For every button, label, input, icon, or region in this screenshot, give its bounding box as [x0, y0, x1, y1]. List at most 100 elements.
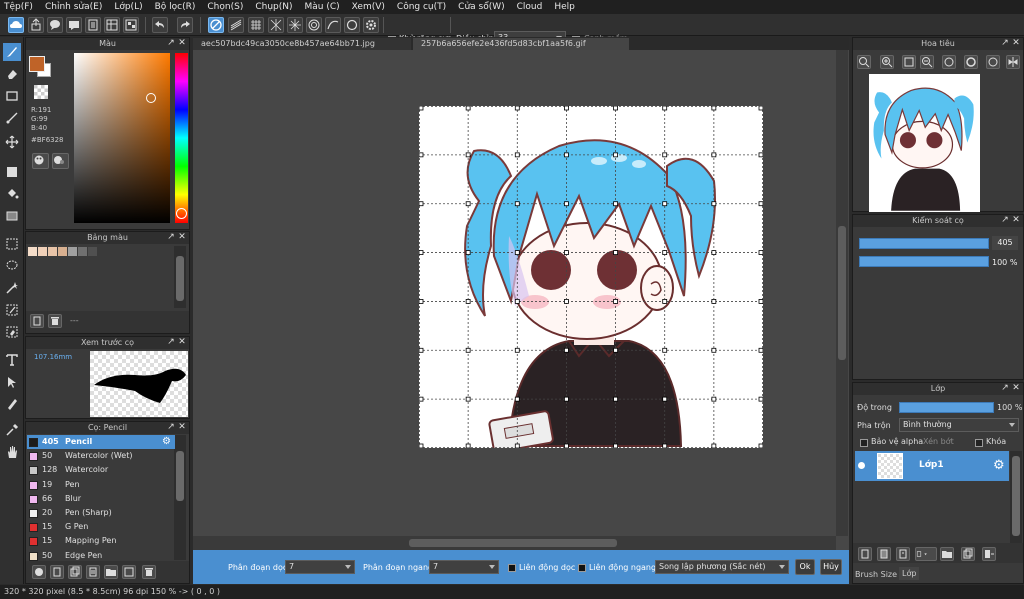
- grid-handle[interactable]: [662, 347, 668, 353]
- brush-item[interactable]: 66 Blur: [27, 492, 175, 506]
- brush-item[interactable]: 20 Pen (Sharp): [27, 506, 175, 520]
- hue-cursor[interactable]: [176, 208, 187, 219]
- gradient-tool-icon[interactable]: [3, 207, 21, 225]
- new-layer-icon[interactable]: [858, 547, 872, 561]
- float-icon[interactable]: ↗: [167, 338, 175, 347]
- palette-swatch[interactable]: [48, 247, 57, 256]
- grid-handle[interactable]: [711, 152, 717, 158]
- line-tool-icon[interactable]: [3, 109, 21, 127]
- document-icon[interactable]: [85, 17, 101, 33]
- export-icon[interactable]: [28, 17, 44, 33]
- rectangle-tool-icon[interactable]: [3, 87, 21, 105]
- brush-item[interactable]: 50 Edge Pen: [27, 549, 175, 563]
- menu-color[interactable]: Màu (C): [305, 2, 340, 12]
- hue-slider[interactable]: [175, 53, 188, 223]
- menu-layer[interactable]: Lớp(L): [114, 2, 142, 12]
- bucket-tool-icon[interactable]: [3, 185, 21, 203]
- parallel-snap-icon[interactable]: [228, 17, 244, 33]
- grid-handle[interactable]: [465, 443, 471, 448]
- layout-icon[interactable]: [123, 17, 139, 33]
- brush-add-icon[interactable]: [32, 565, 46, 579]
- grid-handle[interactable]: [514, 106, 520, 111]
- grid-handle[interactable]: [662, 443, 668, 448]
- palette-swatch[interactable]: [78, 247, 87, 256]
- brush-item[interactable]: 15 G Pen: [27, 520, 175, 534]
- tab-layers[interactable]: Lớp: [899, 567, 920, 580]
- grid-handle[interactable]: [419, 443, 424, 448]
- grid-handle[interactable]: [564, 152, 569, 158]
- zoom-minus-icon[interactable]: [920, 55, 934, 69]
- select-pen-icon[interactable]: [3, 301, 21, 319]
- grid-handle[interactable]: [465, 201, 471, 207]
- palette-swatch[interactable]: [28, 247, 37, 256]
- float-icon[interactable]: ↗: [1001, 216, 1009, 225]
- grid-handle[interactable]: [419, 152, 424, 158]
- saturation-value-picker[interactable]: [74, 53, 170, 223]
- grid-handle[interactable]: [419, 347, 424, 353]
- palette-scrollbar[interactable]: [174, 246, 186, 308]
- grid-handle[interactable]: [465, 396, 471, 402]
- zoom-in-icon[interactable]: [857, 55, 871, 69]
- grid-handle[interactable]: [662, 152, 668, 158]
- brush-delete-icon[interactable]: [142, 565, 156, 579]
- grid-handle[interactable]: [613, 299, 618, 304]
- grid-handle[interactable]: [711, 250, 717, 255]
- grid-handle[interactable]: [613, 106, 618, 111]
- duplicate-layer-icon[interactable]: [961, 547, 975, 561]
- brush-opacity-slider[interactable]: [859, 256, 989, 267]
- fit-icon[interactable]: [902, 55, 916, 69]
- grid-handle[interactable]: [758, 443, 763, 448]
- close-icon[interactable]: ✕: [178, 423, 186, 432]
- menu-cloud[interactable]: Cloud: [517, 2, 543, 12]
- rotate-left-icon[interactable]: [942, 55, 956, 69]
- menu-edit[interactable]: Chỉnh sửa(E): [45, 2, 102, 12]
- grid-handle[interactable]: [465, 106, 471, 111]
- layer-opacity-slider[interactable]: [899, 402, 994, 413]
- grid-handle[interactable]: [758, 201, 763, 207]
- menu-tools[interactable]: Công cụ(T): [397, 2, 446, 12]
- grid-handle[interactable]: [564, 347, 569, 353]
- grid-handle[interactable]: [662, 250, 668, 255]
- grid-handle[interactable]: [465, 250, 471, 255]
- gear-icon[interactable]: ⚙: [993, 459, 1005, 472]
- menu-capture[interactable]: Chụp(N): [255, 2, 292, 12]
- grid-handle[interactable]: [564, 201, 569, 207]
- gear-icon[interactable]: ⚙: [162, 435, 171, 449]
- canvas-vertical-scrollbar[interactable]: [836, 50, 848, 536]
- hand-tool-icon[interactable]: [3, 443, 21, 461]
- select-tool-icon[interactable]: [3, 235, 21, 253]
- circle-snap-icon[interactable]: [344, 17, 360, 33]
- brush-import-icon[interactable]: [122, 565, 136, 579]
- ok-button[interactable]: Ok: [795, 559, 815, 575]
- float-icon[interactable]: ↗: [1001, 384, 1009, 393]
- palette-swatch[interactable]: [68, 247, 77, 256]
- eraser-tool-icon[interactable]: [3, 65, 21, 83]
- grid-handle[interactable]: [514, 396, 520, 402]
- speech-icon[interactable]: [47, 17, 63, 33]
- grid-handle[interactable]: [711, 201, 717, 207]
- sv-cursor[interactable]: [146, 93, 156, 103]
- brush-edit-icon[interactable]: [86, 565, 100, 579]
- grid-handle[interactable]: [514, 201, 520, 207]
- lasso-tool-icon[interactable]: [3, 257, 21, 275]
- lock-checkbox[interactable]: [975, 439, 983, 447]
- grid-handle[interactable]: [613, 152, 618, 158]
- navigator-thumbnail[interactable]: [869, 74, 980, 212]
- canvas-horizontal-scrollbar[interactable]: [193, 536, 836, 550]
- vanish-snap-icon[interactable]: [268, 17, 284, 33]
- close-icon[interactable]: ✕: [1012, 216, 1020, 225]
- dropper-pen-icon[interactable]: [3, 395, 21, 413]
- radial-snap-icon[interactable]: [287, 17, 303, 33]
- grid-handle[interactable]: [711, 347, 717, 353]
- grid-handle[interactable]: [758, 250, 763, 255]
- layer-row[interactable]: Lớp1 ⚙: [855, 451, 1009, 481]
- text-tool-icon[interactable]: [3, 351, 21, 369]
- grid-handle[interactable]: [465, 299, 471, 304]
- grid-handle[interactable]: [662, 201, 668, 207]
- float-icon[interactable]: ↗: [1001, 39, 1009, 48]
- grid-handle[interactable]: [758, 396, 763, 402]
- grid-handle[interactable]: [419, 250, 424, 255]
- brush-size-slider[interactable]: [859, 238, 989, 249]
- grid-handle[interactable]: [758, 347, 763, 353]
- grid-handle[interactable]: [465, 347, 471, 353]
